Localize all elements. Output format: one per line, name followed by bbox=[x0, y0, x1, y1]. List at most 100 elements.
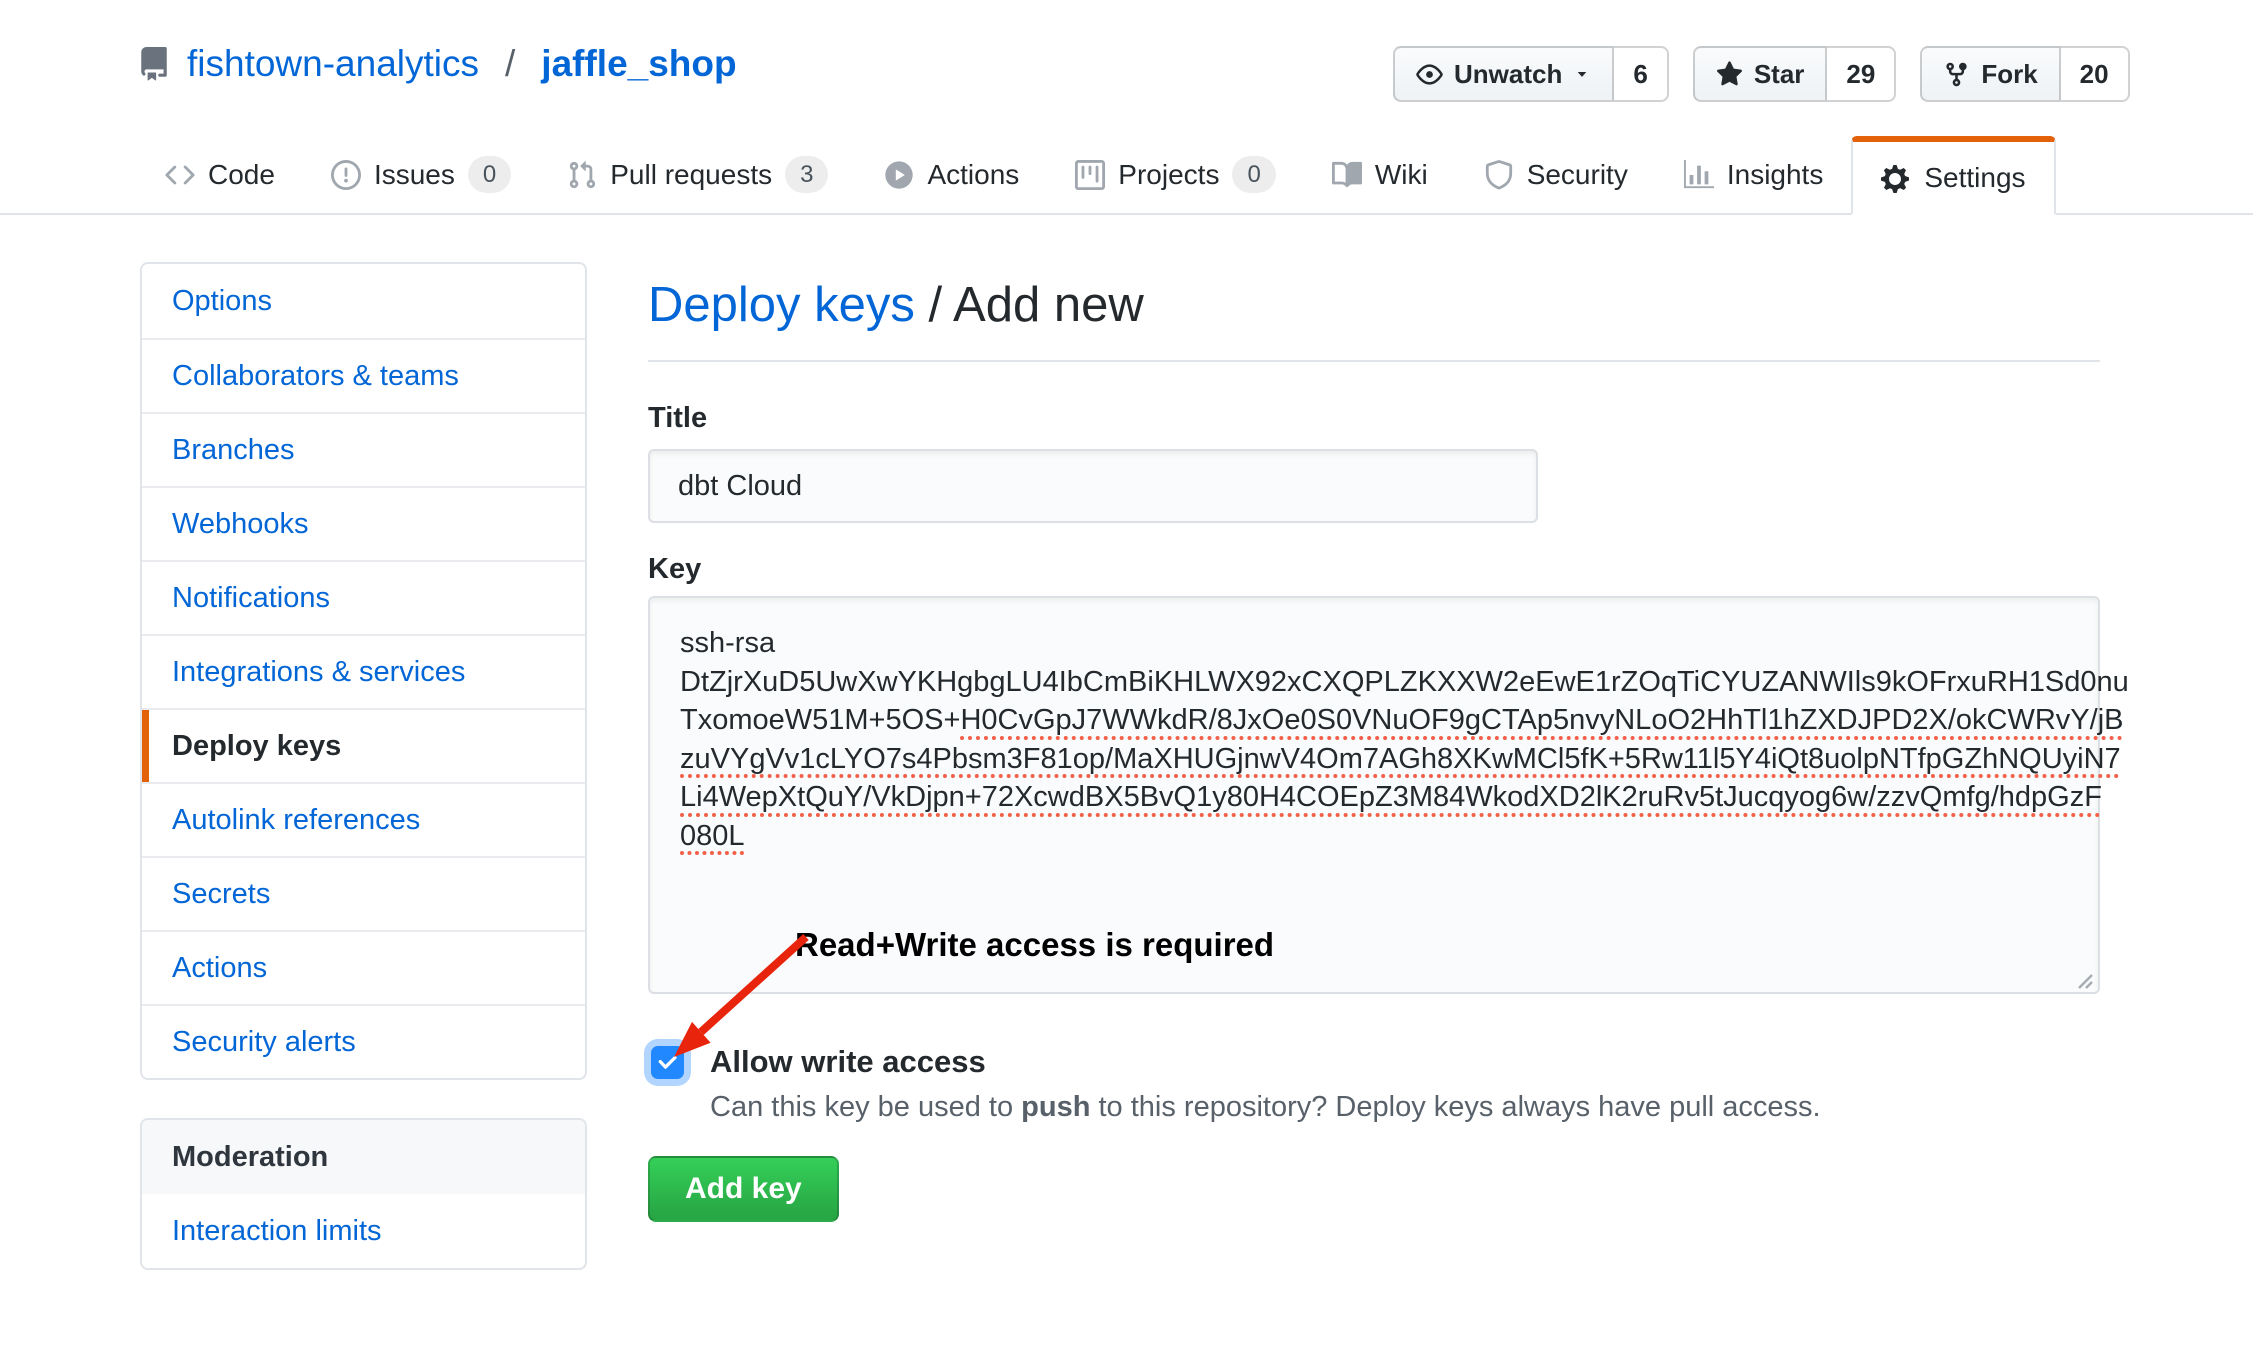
watch-button-group: Unwatch 6 bbox=[1393, 46, 1669, 102]
tab-issues[interactable]: Issues 0 bbox=[303, 136, 539, 213]
fork-button-group: Fork 20 bbox=[1920, 46, 2129, 102]
settings-nav-box: OptionsCollaborators & teamsBranchesWebh… bbox=[140, 262, 587, 1080]
fork-button[interactable]: Fork bbox=[1920, 46, 2060, 102]
sidebar-item-collaborators-teams[interactable]: Collaborators & teams bbox=[142, 338, 585, 412]
unwatch-button[interactable]: Unwatch bbox=[1393, 46, 1614, 102]
wiki-icon bbox=[1332, 160, 1362, 190]
github-settings-page: fishtown-analytics / jaffle_shop Unwatch… bbox=[0, 0, 2253, 1364]
tab-settings-label: Settings bbox=[1924, 162, 2025, 194]
title-field-label: Title bbox=[648, 402, 2100, 435]
moderation-header: Moderation bbox=[142, 1120, 585, 1194]
code-icon bbox=[165, 160, 195, 190]
sidebar-item-autolink-references[interactable]: Autolink references bbox=[142, 782, 585, 856]
tab-actions[interactable]: Actions bbox=[856, 136, 1047, 213]
tab-pull-requests-counter: 3 bbox=[785, 156, 828, 193]
shield-icon bbox=[1484, 160, 1514, 190]
star-count[interactable]: 29 bbox=[1827, 46, 1896, 102]
tab-projects[interactable]: Projects 0 bbox=[1047, 136, 1304, 213]
repo-owner-link[interactable]: fishtown-analytics bbox=[187, 44, 479, 85]
key-text-segment-misspelled: Li4WepXtQuY/VkDjpn+72XcwdBX5BvQ1y80H4COE… bbox=[680, 781, 2102, 813]
sidebar-item-interaction-limits[interactable]: Interaction limits bbox=[142, 1194, 585, 1268]
sidebar-item-webhooks[interactable]: Webhooks bbox=[142, 486, 585, 560]
key-text-segment-misspelled: H0CvGpJ7WWkdR/8JxOe0S0VNuOF9gCTAp5nvyNLo… bbox=[960, 704, 2123, 736]
key-text-line: TxomoeW51M+5OS+H0CvGpJ7WWkdR/8JxOe0S0VNu… bbox=[680, 701, 2068, 740]
allow-write-access-checkbox[interactable] bbox=[651, 1046, 684, 1079]
star-button-label: Star bbox=[1754, 59, 1805, 90]
page-title: Deploy keys / Add new bbox=[648, 276, 2100, 334]
key-text-line: zuVYgVv1cLYO7s4Pbsm3F81op/MaXHUGjnwV4Om7… bbox=[680, 740, 2068, 779]
star-icon bbox=[1716, 61, 1743, 88]
checkmark-icon bbox=[656, 1051, 679, 1074]
tab-settings[interactable]: Settings bbox=[1851, 136, 2055, 215]
settings-sidebar: OptionsCollaborators & teamsBranchesWebh… bbox=[140, 262, 587, 1270]
repo-nav-tabs: Code Issues 0 Pull requests 3 Actions Projects… bbox=[0, 136, 2253, 215]
write-access-help-text: Can this key be used to push to this rep… bbox=[710, 1090, 2100, 1124]
sidebar-item-deploy-keys[interactable]: Deploy keys bbox=[142, 708, 585, 782]
sidebar-item-notifications[interactable]: Notifications bbox=[142, 560, 585, 634]
watch-count[interactable]: 6 bbox=[1614, 46, 1668, 102]
key-text-segment: ssh-rsa bbox=[680, 627, 775, 659]
tab-issues-counter: 0 bbox=[468, 156, 511, 193]
key-text-segment-misspelled: zuVYgVv1cLYO7s4Pbsm3F81op/MaXHUGjnwV4Om7… bbox=[680, 743, 2121, 775]
tab-projects-label: Projects bbox=[1118, 159, 1219, 191]
tab-actions-label: Actions bbox=[927, 159, 1019, 191]
main-content: Deploy keys / Add new Title Key ssh-rsa D… bbox=[648, 276, 2100, 1222]
tab-insights[interactable]: Insights bbox=[1656, 136, 1852, 213]
deploy-keys-breadcrumb-link[interactable]: Deploy keys bbox=[648, 278, 915, 332]
project-icon bbox=[1075, 160, 1105, 190]
tab-code[interactable]: Code bbox=[137, 136, 303, 213]
heading-divider bbox=[648, 360, 2100, 362]
tab-projects-counter: 0 bbox=[1232, 156, 1275, 193]
repo-book-icon bbox=[137, 47, 171, 81]
caret-down-icon bbox=[1573, 65, 1591, 83]
tab-security-label: Security bbox=[1527, 159, 1628, 191]
allow-write-access-label[interactable]: Allow write access bbox=[710, 1044, 986, 1080]
fork-button-label: Fork bbox=[1981, 59, 2037, 90]
key-text-line: Li4WepXtQuY/VkDjpn+72XcwdBX5BvQ1y80H4COE… bbox=[680, 778, 2068, 817]
star-button-group: Star 29 bbox=[1693, 46, 1897, 102]
key-field-label: Key bbox=[648, 553, 2100, 586]
breadcrumb-separator: / bbox=[915, 278, 953, 332]
repo-name-link[interactable]: jaffle_shop bbox=[541, 44, 736, 85]
tab-security[interactable]: Security bbox=[1456, 136, 1656, 213]
key-text-segment-misspelled: 080L bbox=[680, 820, 745, 852]
repo-path-separator: / bbox=[505, 44, 515, 85]
repo-action-buttons: Unwatch 6 Star 29 Fork 20 bbox=[1393, 46, 2130, 102]
tab-insights-label: Insights bbox=[1727, 159, 1824, 191]
gear-icon bbox=[1881, 163, 1911, 193]
sidebar-item-secrets[interactable]: Secrets bbox=[142, 856, 585, 930]
tab-pull-requests[interactable]: Pull requests 3 bbox=[539, 136, 856, 213]
key-text-segment: DtZjrXuD5UwXwYKHgbgLU4IbCmBiKHLWX92xCXQP… bbox=[680, 666, 2129, 698]
key-text-line: DtZjrXuD5UwXwYKHgbgLU4IbCmBiKHLWX92xCXQP… bbox=[680, 663, 2068, 702]
key-text-line: 080L bbox=[680, 817, 2068, 856]
fork-icon bbox=[1943, 61, 1970, 88]
moderation-nav-box: Moderation Interaction limits bbox=[140, 1118, 587, 1270]
key-text-line: ssh-rsa bbox=[680, 624, 2068, 663]
sidebar-item-security-alerts[interactable]: Security alerts bbox=[142, 1004, 585, 1078]
graph-icon bbox=[1684, 160, 1714, 190]
watch-button-label: Unwatch bbox=[1454, 59, 1562, 90]
sidebar-item-options[interactable]: Options bbox=[142, 264, 585, 338]
pull-request-icon bbox=[567, 160, 597, 190]
textarea-resize-grip[interactable] bbox=[2069, 963, 2095, 989]
key-text-segment: TxomoeW51M+5OS+ bbox=[680, 704, 960, 736]
tab-wiki-label: Wiki bbox=[1375, 159, 1428, 191]
eye-icon bbox=[1416, 61, 1443, 88]
star-button[interactable]: Star bbox=[1693, 46, 1828, 102]
sidebar-item-actions[interactable]: Actions bbox=[142, 930, 585, 1004]
issue-icon bbox=[331, 160, 361, 190]
allow-write-access-row: Allow write access bbox=[648, 1044, 2100, 1080]
tab-issues-label: Issues bbox=[374, 159, 455, 191]
sidebar-item-branches[interactable]: Branches bbox=[142, 412, 585, 486]
play-icon bbox=[884, 160, 914, 190]
breadcrumb-current: Add new bbox=[953, 278, 1144, 332]
tab-code-label: Code bbox=[208, 159, 275, 191]
fork-count[interactable]: 20 bbox=[2061, 46, 2130, 102]
tab-wiki[interactable]: Wiki bbox=[1304, 136, 1456, 213]
key-textarea[interactable]: ssh-rsa DtZjrXuD5UwXwYKHgbgLU4IbCmBiKHLWX… bbox=[648, 596, 2100, 994]
add-key-button[interactable]: Add key bbox=[648, 1156, 839, 1222]
tab-pull-requests-label: Pull requests bbox=[610, 159, 772, 191]
repo-header: fishtown-analytics / jaffle_shop bbox=[137, 44, 737, 85]
sidebar-item-integrations-services[interactable]: Integrations & services bbox=[142, 634, 585, 708]
title-input[interactable] bbox=[648, 449, 1538, 523]
